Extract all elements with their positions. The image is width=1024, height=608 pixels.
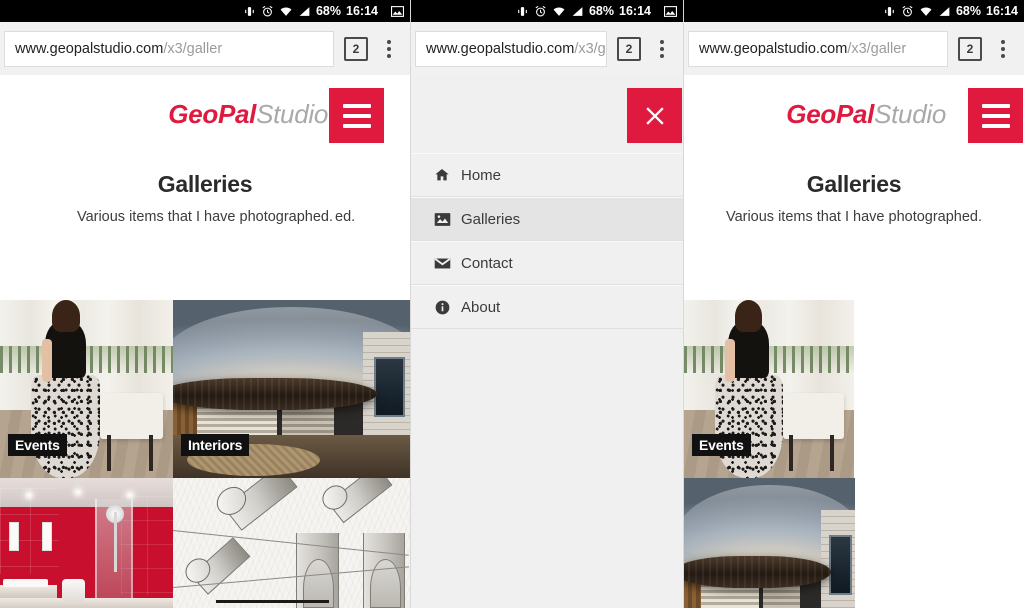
kebab-menu-icon[interactable] — [651, 34, 673, 64]
android-status-bar: 68% 16:14 — [0, 0, 410, 22]
signal-icon — [571, 4, 584, 18]
render-artifact-text: ed. — [335, 209, 356, 225]
url-path: /x3/galler — [163, 40, 223, 57]
envelope-icon — [433, 254, 451, 272]
nav-item-contact[interactable]: Contact — [411, 241, 683, 285]
gallery-tile-bathroom[interactable] — [0, 478, 173, 608]
hamburger-icon[interactable] — [329, 88, 384, 143]
url-bar[interactable]: www.geopalstudio.com/x3/galler — [688, 30, 948, 67]
battery-percent: 68% — [588, 4, 615, 18]
page-title: Galleries — [157, 171, 253, 197]
nav-item-galleries[interactable]: Galleries — [411, 197, 683, 241]
signal-icon — [298, 4, 311, 18]
site-logo[interactable]: GeoPalStudio — [168, 99, 328, 130]
image-icon — [664, 4, 677, 18]
url-domain: www.geopalstudio.com — [426, 40, 575, 57]
browser-toolbar: www.geopalstudio.com/x3/galler 2 — [0, 22, 410, 75]
tab-count-button[interactable]: 2 — [617, 36, 641, 61]
battery-percent: 68% — [315, 4, 342, 18]
url-bar[interactable]: www.geopalstudio.com/x3/galler — [4, 30, 334, 67]
site-header — [411, 75, 683, 153]
panel-right: 68% 16:14 www.geopalstudio.com/x3/galler… — [683, 0, 1024, 608]
nav-item-label: Contact — [461, 254, 513, 272]
close-icon[interactable] — [627, 88, 682, 143]
site-logo[interactable]: GeoPalStudio — [786, 99, 946, 130]
signal-icon — [938, 4, 951, 18]
gallery-tile-label: Events — [8, 434, 67, 456]
alarm-icon — [901, 4, 914, 18]
wifi-icon — [552, 4, 566, 18]
gallery-grid: Events Interiors — [0, 300, 410, 608]
vibrate-icon — [883, 4, 896, 18]
kebab-menu-icon[interactable] — [378, 34, 400, 64]
nav-item-home[interactable]: Home — [411, 153, 683, 197]
url-bar[interactable]: www.geopalstudio.com/x3/galler — [415, 30, 607, 67]
panel-left: 68% 16:14 www.geopalstudio.com/x3/galler… — [0, 0, 410, 608]
tab-count-button[interactable]: 2 — [958, 36, 982, 61]
site-content-middle: Home Galleries Contact About — [411, 75, 683, 608]
gallery-tile-interiors[interactable]: Interiors — [173, 300, 410, 478]
gallery-tile-label: Interiors — [181, 434, 250, 456]
sketch-image — [173, 478, 410, 608]
wifi-icon — [279, 4, 293, 18]
bathroom-photo — [0, 478, 173, 608]
gallery-tile-interiors[interactable]: Interiors — [684, 478, 855, 608]
gallery-grid: Events Interiors — [684, 300, 1024, 608]
logo-primary: GeoPal — [786, 98, 875, 129]
tab-count-button[interactable]: 2 — [344, 36, 368, 61]
url-path: /x3/galler — [847, 40, 907, 57]
image-icon — [433, 210, 451, 228]
vibrate-icon — [516, 4, 529, 18]
menu-empty-space — [411, 418, 683, 608]
gallery-tile-label: Events — [692, 434, 751, 456]
logo-secondary: Studio — [874, 98, 946, 129]
kebab-menu-icon[interactable] — [992, 34, 1014, 64]
page-subtitle-text: Various items that I have photographed. — [725, 209, 983, 225]
site-content-left: GeoPalStudio Galleries Various items tha… — [0, 75, 410, 608]
url-path: /x3/galler — [574, 40, 606, 57]
hamburger-icon[interactable] — [968, 88, 1023, 143]
clock-time: 16:14 — [346, 4, 378, 18]
gallery-tile-events[interactable]: Events — [0, 300, 173, 478]
nav-item-label: Home — [461, 166, 502, 184]
android-status-bar: 68% 16:14 — [411, 0, 683, 22]
vibrate-icon — [243, 4, 256, 18]
android-status-bar: 68% 16:14 — [684, 0, 1024, 22]
page-subtitle-text: Various items that I have photographed. — [76, 209, 334, 225]
site-header: GeoPalStudio — [684, 75, 1024, 153]
gallery-tile-sketch[interactable] — [173, 478, 410, 608]
interiors-photo — [684, 478, 855, 608]
nav-menu-overlay: Home Galleries Contact About — [411, 153, 683, 608]
url-domain: www.geopalstudio.com — [699, 40, 848, 57]
home-icon — [433, 166, 451, 184]
nav-item-label: About — [461, 298, 501, 316]
site-content-right: GeoPalStudio Galleries Various items tha… — [684, 75, 1024, 608]
site-header: GeoPalStudio — [0, 75, 410, 153]
alarm-icon — [261, 4, 274, 18]
page-subtitle: Various items that I have photographed. … — [0, 209, 410, 225]
nav-item-about[interactable]: About — [411, 285, 683, 329]
clock-time: 16:14 — [619, 4, 651, 18]
three-panel-screenshot: 68% 16:14 www.geopalstudio.com/x3/galler… — [0, 0, 1024, 608]
logo-secondary: Studio — [256, 98, 328, 129]
alarm-icon — [534, 4, 547, 18]
wifi-icon — [919, 4, 933, 18]
page-title: Galleries — [806, 171, 902, 197]
clock-time: 16:14 — [986, 4, 1018, 18]
image-icon — [391, 4, 404, 18]
url-domain: www.geopalstudio.com — [15, 40, 164, 57]
info-icon — [433, 298, 451, 316]
gallery-tile-events[interactable]: Events — [684, 300, 854, 478]
logo-primary: GeoPal — [168, 98, 257, 129]
battery-percent: 68% — [955, 4, 982, 18]
page-subtitle: Various items that I have photographed. — [684, 209, 1024, 225]
panel-middle: 68% 16:14 www.geopalstudio.com/x3/galler… — [410, 0, 683, 608]
nav-item-label: Galleries — [461, 210, 521, 228]
browser-toolbar: www.geopalstudio.com/x3/galler 2 — [411, 22, 683, 75]
browser-toolbar: www.geopalstudio.com/x3/galler 2 — [684, 22, 1024, 75]
